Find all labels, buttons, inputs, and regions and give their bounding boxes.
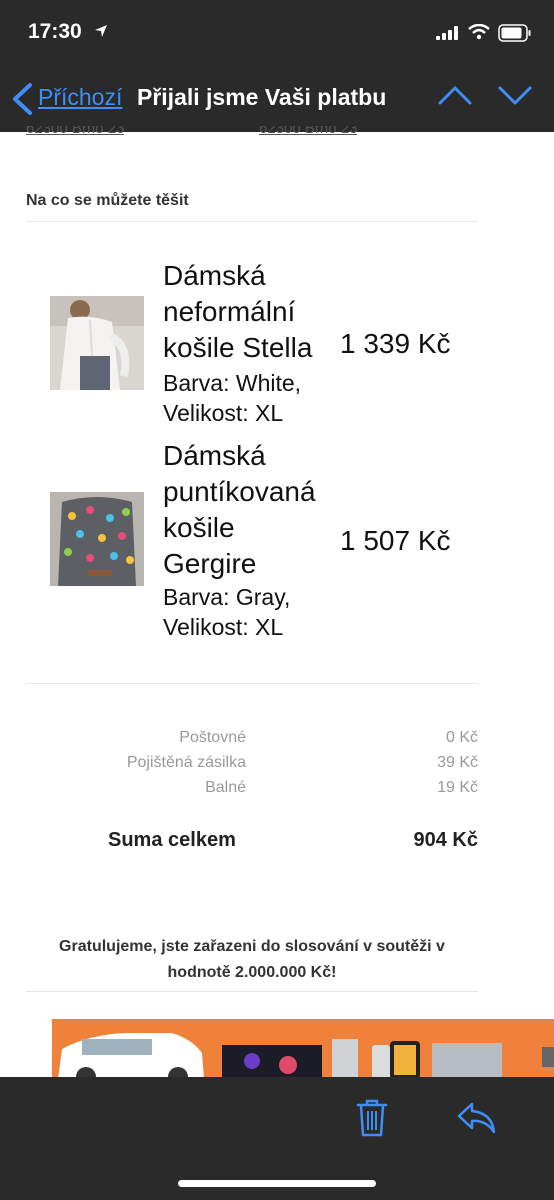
home-indicator[interactable] — [178, 1180, 376, 1187]
cellular-signal-icon — [436, 26, 460, 45]
reply-icon[interactable] — [456, 1101, 496, 1140]
status-bar: 17:30 — [0, 0, 554, 64]
status-time: 17:30 — [28, 20, 82, 43]
product-image — [50, 492, 144, 586]
summary-value: 19 Kč — [437, 779, 478, 796]
address-line-right: 62300 Brno 23 — [259, 126, 358, 136]
trash-icon[interactable] — [356, 1099, 388, 1142]
summary-label: Pojištěná zásilka — [126, 754, 246, 771]
congratulations-message: Gratulujeme, jste zařazeni do slosování … — [59, 938, 445, 981]
product-attributes: Barva: Gray, Velikost: XL — [163, 584, 291, 640]
address-line-left: 62300 Brno 23 — [26, 126, 125, 136]
promo-banner-image[interactable] — [52, 1019, 554, 1079]
total-value: 904 Kč — [413, 829, 479, 851]
next-message-icon[interactable] — [498, 84, 532, 111]
summary-value: 0 Kč — [445, 729, 478, 746]
product-name: Dámská neformální košile Stella — [163, 260, 313, 363]
product-attributes: Barva: White, Velikost: XL — [163, 370, 302, 426]
divider — [26, 221, 478, 222]
product-price: 1 507 Kč — [340, 525, 451, 556]
message-subject-title: Přijali jsme Vaši platbu — [137, 84, 387, 110]
divider — [26, 683, 478, 684]
product-price: 1 339 Kč — [340, 328, 451, 359]
summary-label: Balné — [205, 779, 246, 796]
product-name: Dámská puntíkovaná košile Gergire — [163, 440, 316, 579]
summary-label: Poštovné — [179, 729, 246, 746]
navigation-bar: Příchozí Přijali jsme Vaši platbu — [0, 64, 554, 132]
wifi-icon — [468, 23, 490, 45]
total-label: Suma celkem — [108, 829, 236, 851]
divider — [26, 991, 478, 992]
back-chevron-icon[interactable] — [10, 82, 34, 121]
back-button[interactable]: Příchozí — [38, 84, 122, 111]
battery-icon — [498, 24, 532, 47]
location-arrow-icon — [94, 24, 108, 43]
previous-message-icon[interactable] — [438, 84, 472, 111]
section-title: Na co se můžete těšit — [26, 192, 189, 209]
summary-value: 39 Kč — [437, 754, 478, 771]
product-image — [50, 296, 144, 390]
